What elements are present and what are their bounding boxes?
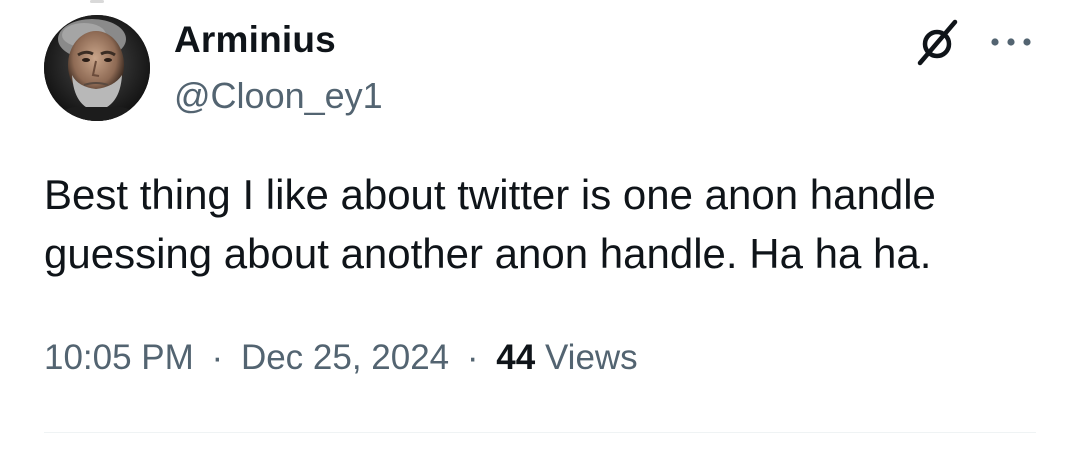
user-handle[interactable]: @Cloon_ey1: [174, 75, 383, 117]
tweet-text: Best thing I like about twitter is one a…: [44, 165, 1054, 283]
more-options-icon[interactable]: [988, 31, 1034, 53]
display-name[interactable]: Arminius: [174, 19, 336, 61]
tweet-time[interactable]: 10:05 PM: [44, 338, 194, 377]
avatar[interactable]: [44, 15, 150, 121]
views-label[interactable]: Views: [545, 338, 638, 377]
tweet-text-line: guessing about another anon handle. Ha h…: [44, 230, 932, 277]
separator-dot: ·: [211, 338, 224, 377]
avatar-image: [44, 15, 150, 121]
top-edge-artifact: [90, 0, 104, 3]
tweet-metadata: 10:05 PM · Dec 25, 2024 · 44 Views: [44, 338, 638, 378]
tweet-date[interactable]: Dec 25, 2024: [241, 338, 449, 377]
views-count[interactable]: 44: [496, 338, 535, 377]
divider: [44, 432, 1036, 433]
grok-icon[interactable]: [913, 17, 963, 67]
tweet-text-line: Best thing I like about twitter is one a…: [44, 171, 936, 218]
separator-dot: ·: [466, 338, 479, 377]
